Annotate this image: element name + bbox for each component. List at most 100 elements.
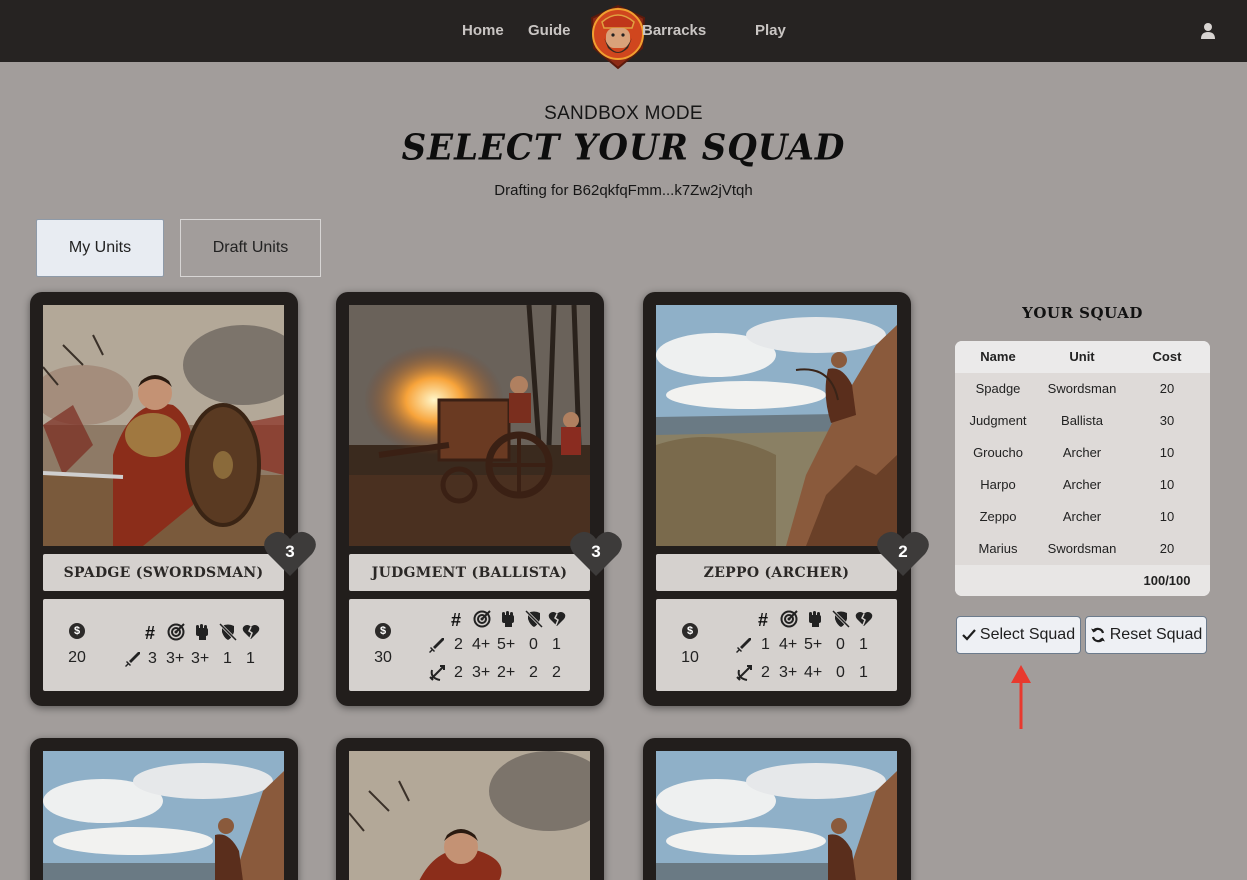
stat-value: 3+ [779, 664, 798, 681]
unit-card[interactable] [30, 738, 298, 880]
melee-stats: 3 3+ 3+ 1 1 [43, 650, 284, 670]
table-row: Harpo Archer 10 [955, 469, 1210, 501]
cell-unit: Archer [1062, 477, 1102, 492]
ranged-stats: 2 3+ 2+ 2 2 [349, 664, 590, 684]
table-row: Marius Swordsman 20 [955, 533, 1210, 565]
damage-icon [548, 610, 566, 628]
unit-name: JUDGMENT (BALLISTA) [349, 554, 590, 591]
table-row: Groucho Archer 10 [955, 437, 1210, 469]
cell-cost: 30 [1159, 413, 1175, 428]
stat-value: 3+ [191, 650, 210, 667]
user-icon[interactable] [1199, 22, 1217, 40]
unit-image [43, 751, 284, 880]
unit-image [656, 751, 897, 880]
unit-card[interactable]: ZEPPO (ARCHER) 2 $ 10 # 1 4+ 5+ 0 1 2 3+… [643, 292, 929, 706]
unit-image [349, 751, 590, 880]
attacks-header: # [451, 610, 462, 630]
stat-value: 1 [859, 664, 868, 681]
stat-value: 2 [454, 664, 463, 681]
stat-value: 5+ [497, 636, 516, 653]
accuracy-icon [473, 610, 491, 628]
accuracy-icon [167, 623, 185, 641]
damage-icon [242, 623, 260, 641]
top-nav: Home Guide Barracks Play [0, 0, 1247, 70]
tab-draft-units[interactable]: Draft Units [180, 219, 321, 277]
nav-home-link[interactable]: Home [462, 22, 504, 39]
select-squad-button[interactable]: Select Squad [956, 616, 1081, 654]
unit-card[interactable] [336, 738, 604, 880]
table-row: Spadge Swordsman 20 [955, 373, 1210, 405]
cell-cost: 20 [1159, 381, 1175, 396]
refresh-icon [1090, 627, 1105, 643]
stat-value: 3+ [472, 664, 491, 681]
checkmark-icon [962, 629, 976, 641]
stat-value: 0 [836, 636, 845, 653]
cell-unit: Ballista [1061, 413, 1103, 428]
reset-squad-label: Reset Squad [1109, 626, 1203, 643]
stat-value: 2 [761, 664, 770, 681]
ranged-stats: 2 3+ 4+ 0 1 [656, 664, 897, 684]
strength-icon [193, 623, 211, 641]
unit-image [349, 305, 590, 546]
logo-icon[interactable] [588, 4, 648, 70]
column-header: Unit [1069, 349, 1095, 364]
drafting-label: Drafting for B62qkfqFmm...k7Zw2jVtqh [494, 182, 753, 199]
stat-value: 4+ [804, 664, 823, 681]
nav-barracks-link[interactable]: Barracks [642, 22, 706, 39]
stat-value: 0 [836, 664, 845, 681]
unit-card[interactable] [643, 738, 911, 880]
stat-value: 2+ [497, 664, 516, 681]
table-row: Judgment Ballista 30 [955, 405, 1210, 437]
cell-name: Harpo [980, 477, 1016, 492]
mode-label: SANDBOX MODE [544, 103, 703, 124]
select-squad-label: Select Squad [979, 626, 1076, 643]
coin-icon: $ [69, 623, 85, 639]
table-header: Name Unit Cost [955, 341, 1210, 373]
stat-value: 1 [552, 636, 561, 653]
armor-pierce-icon [525, 610, 543, 628]
cell-name: Spadge [975, 381, 1021, 396]
stat-value: 0 [529, 636, 538, 653]
stat-value: 2 [454, 636, 463, 653]
nav-guide-link[interactable]: Guide [528, 22, 571, 39]
squad-table: Name Unit Cost Spadge Swordsman 20 Judgm… [955, 341, 1210, 596]
stat-value: 1 [246, 650, 255, 667]
stat-value: 5+ [804, 636, 823, 653]
unit-stats: $ 20 # 3 3+ 3+ 1 1 [43, 599, 284, 691]
unit-card[interactable]: SPADGE (SWORDSMAN) 3 $ 20 # 3 3+ 3+ 1 1 [30, 292, 316, 706]
unit-card[interactable]: JUDGMENT (BALLISTA) 3 $ 30 # 2 4+ 5+ 0 1… [336, 292, 622, 706]
reset-squad-button[interactable]: Reset Squad [1085, 616, 1207, 654]
unit-stats: $ 30 # 2 4+ 5+ 0 1 2 3+ 2+ 2 2 [349, 599, 590, 691]
cell-unit: Archer [1062, 509, 1102, 524]
squad-total: 100/100 [1143, 573, 1191, 588]
accuracy-icon [780, 610, 798, 628]
cell-name: Marius [978, 541, 1018, 556]
nav-play-link[interactable]: Play [755, 22, 786, 39]
cell-cost: 20 [1159, 541, 1175, 556]
melee-stats: 2 4+ 5+ 0 1 [349, 636, 590, 656]
tab-my-units[interactable]: My Units [36, 219, 164, 277]
armor-pierce-icon [219, 623, 237, 641]
stat-value: 4+ [472, 636, 491, 653]
stat-value: 2 [529, 664, 538, 681]
attacks-header: # [758, 610, 769, 630]
page-title: SELECT YOUR SQUAD [401, 127, 846, 169]
strength-icon [499, 610, 517, 628]
stat-value: 2 [552, 664, 561, 681]
column-header: Name [980, 349, 1016, 364]
unit-name: SPADGE (SWORDSMAN) [43, 554, 284, 591]
cell-cost: 10 [1159, 509, 1175, 524]
hearts-count: 3 [591, 542, 601, 561]
squad-total-row: 100/100 [955, 565, 1210, 596]
stat-value: 1 [859, 636, 868, 653]
stat-value: 4+ [779, 636, 798, 653]
damage-icon [855, 610, 873, 628]
unit-image [43, 305, 284, 546]
unit-stats: $ 10 # 1 4+ 5+ 0 1 2 3+ 4+ 0 1 [656, 599, 897, 691]
squad-title: YOUR SQUAD [1022, 304, 1143, 322]
cell-name: Zeppo [979, 509, 1017, 524]
unit-image [656, 305, 897, 546]
cell-unit: Swordsman [1047, 541, 1117, 556]
cell-name: Judgment [969, 413, 1027, 428]
hearts-count: 3 [285, 542, 295, 561]
